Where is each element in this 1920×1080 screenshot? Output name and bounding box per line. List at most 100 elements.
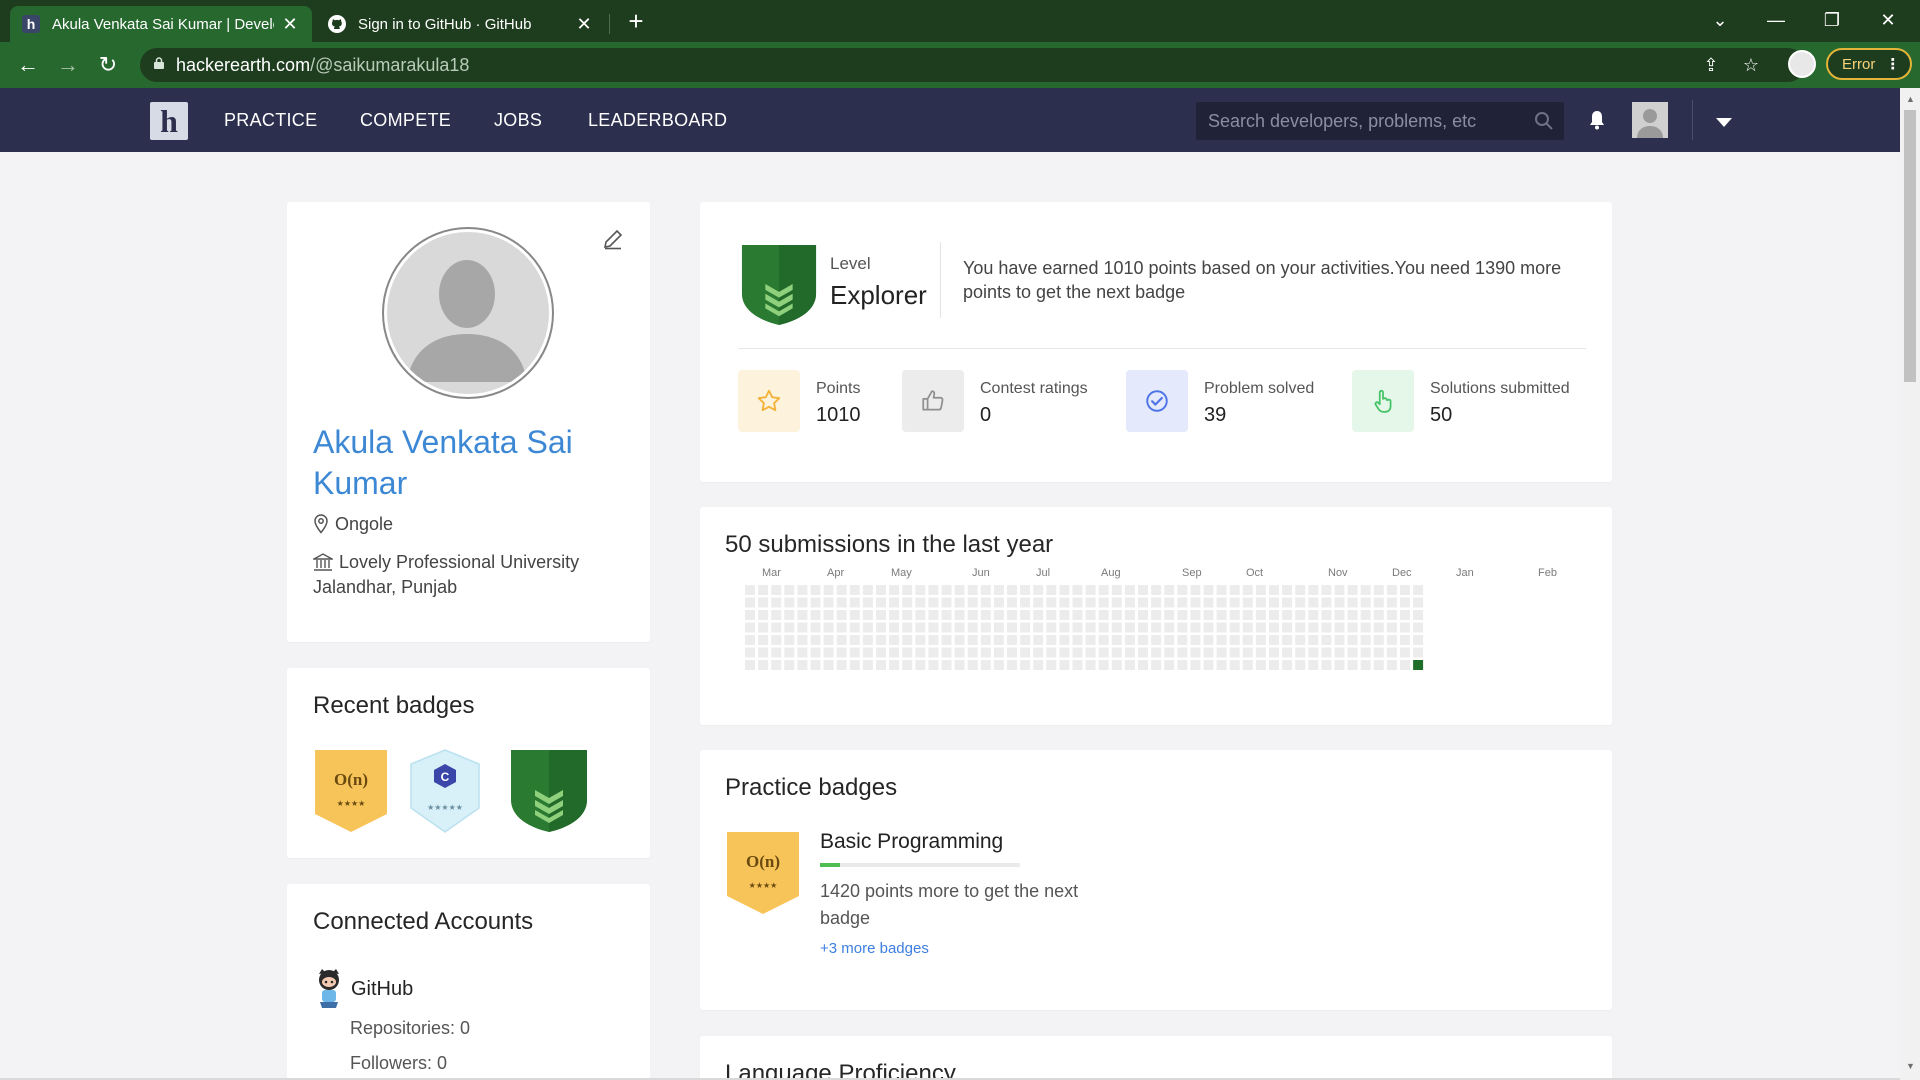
heatmap-cell[interactable]: [889, 635, 900, 645]
heatmap-cell[interactable]: [1164, 635, 1175, 645]
heatmap-cell[interactable]: [889, 610, 900, 620]
heatmap-cell[interactable]: [1242, 622, 1253, 633]
heatmap-cell[interactable]: [1269, 597, 1279, 608]
heatmap-cell[interactable]: [1007, 635, 1017, 645]
nav-compete[interactable]: COMPETE: [360, 110, 451, 131]
heatmap-cell[interactable]: [1269, 660, 1279, 670]
heatmap-cell[interactable]: [889, 647, 900, 658]
heatmap-cell[interactable]: [954, 635, 965, 645]
heatmap-cell[interactable]: [745, 660, 755, 670]
heatmap-cell[interactable]: [1124, 635, 1135, 645]
heatmap-cell[interactable]: [993, 647, 1004, 658]
heatmap-cell[interactable]: [1085, 610, 1096, 620]
heatmap-cell[interactable]: [941, 585, 952, 595]
heatmap-cell[interactable]: [876, 610, 886, 620]
heatmap-cell[interactable]: [1085, 597, 1096, 608]
reload-icon[interactable]: ↻: [92, 50, 124, 80]
heatmap-cell[interactable]: [1242, 635, 1253, 645]
heatmap-cell[interactable]: [1269, 635, 1279, 645]
heatmap-cell[interactable]: [954, 622, 965, 633]
heatmap-cell[interactable]: [980, 660, 991, 670]
heatmap-cell[interactable]: [954, 597, 965, 608]
heatmap-cell[interactable]: [836, 610, 847, 620]
heatmap-cell[interactable]: [1072, 635, 1083, 645]
heatmap-cell[interactable]: [980, 635, 991, 645]
heatmap-cell[interactable]: [941, 660, 952, 670]
heatmap-cell[interactable]: [849, 635, 860, 645]
heatmap-cell[interactable]: [836, 660, 847, 670]
heatmap-cell[interactable]: [1269, 622, 1279, 633]
heatmap-cell[interactable]: [902, 622, 913, 633]
basic-programming-badge-icon[interactable]: O(n) ★★★★: [725, 830, 801, 916]
heatmap-cell[interactable]: [1124, 585, 1135, 595]
heatmap-cell[interactable]: [1085, 622, 1096, 633]
heatmap-cell[interactable]: [1347, 635, 1358, 645]
search-input[interactable]: [1208, 110, 1528, 132]
heatmap-cell[interactable]: [1360, 622, 1371, 633]
heatmap-cell[interactable]: [1151, 585, 1162, 595]
heatmap-cell[interactable]: [1138, 610, 1148, 620]
heatmap-cell[interactable]: [784, 597, 795, 608]
heatmap-cell[interactable]: [902, 647, 913, 658]
heatmap-cell[interactable]: [1255, 660, 1266, 670]
heatmap-cell[interactable]: [1282, 610, 1293, 620]
heatmap-cell[interactable]: [1151, 635, 1162, 645]
nav-leaderboard[interactable]: LEADERBOARD: [588, 110, 727, 131]
heatmap-cell[interactable]: [1007, 660, 1017, 670]
heatmap-cell[interactable]: [1216, 597, 1227, 608]
heatmap-cell[interactable]: [1255, 635, 1266, 645]
heatmap-cell[interactable]: [1282, 635, 1293, 645]
heatmap-cell[interactable]: [797, 660, 808, 670]
heatmap-cell[interactable]: [771, 660, 782, 670]
heatmap-cell[interactable]: [1151, 660, 1162, 670]
heatmap-cell[interactable]: [758, 610, 769, 620]
heatmap-cell[interactable]: [745, 585, 755, 595]
heatmap-cell[interactable]: [889, 585, 900, 595]
heatmap-cell[interactable]: [1255, 622, 1266, 633]
heatmap-cell[interactable]: [1360, 660, 1371, 670]
heatmap-cell[interactable]: [810, 635, 821, 645]
heatmap-cell[interactable]: [758, 635, 769, 645]
heatmap-cell[interactable]: [876, 597, 886, 608]
scroll-down-arrow-icon[interactable]: ▼: [1906, 1061, 1915, 1071]
heatmap-cell[interactable]: [1216, 610, 1227, 620]
heatmap-cell[interactable]: [1347, 647, 1358, 658]
heatmap-cell[interactable]: [1138, 660, 1148, 670]
heatmap-cell[interactable]: [1020, 647, 1031, 658]
heatmap-cell[interactable]: [1242, 660, 1253, 670]
heatmap-cell[interactable]: [1190, 597, 1201, 608]
heatmap-cell[interactable]: [1334, 647, 1345, 658]
heatmap-cell[interactable]: [1190, 660, 1201, 670]
heatmap-cell[interactable]: [1282, 585, 1293, 595]
heatmap-cell[interactable]: [902, 635, 913, 645]
heatmap-cell[interactable]: [1308, 597, 1319, 608]
heatmap-cell[interactable]: [1124, 647, 1135, 658]
heatmap-cell[interactable]: [1386, 622, 1397, 633]
heatmap-cell[interactable]: [1413, 610, 1424, 620]
tab-search-chevron-icon[interactable]: ⌄: [1692, 0, 1748, 42]
heatmap-cell[interactable]: [771, 622, 782, 633]
heatmap-cell[interactable]: [1020, 622, 1031, 633]
nav-practice[interactable]: PRACTICE: [224, 110, 317, 131]
heatmap-cell[interactable]: [1098, 635, 1109, 645]
heatmap-cell[interactable]: [771, 585, 782, 595]
heatmap-cell[interactable]: [810, 647, 821, 658]
heatmap-cell[interactable]: [797, 597, 808, 608]
heatmap-cell[interactable]: [1138, 597, 1148, 608]
heatmap-cell[interactable]: [1203, 610, 1214, 620]
heatmap-cell[interactable]: [1334, 585, 1345, 595]
heatmap-cell[interactable]: [1229, 597, 1240, 608]
heatmap-cell[interactable]: [967, 610, 978, 620]
heatmap-cell[interactable]: [1007, 597, 1017, 608]
heatmap-cell[interactable]: [1190, 585, 1201, 595]
browser-tab-github[interactable]: Sign in to GitHub · GitHub ✕: [316, 6, 606, 42]
heatmap-cell[interactable]: [836, 585, 847, 595]
scroll-up-arrow-icon[interactable]: ▲: [1906, 94, 1915, 104]
heatmap-cell[interactable]: [1321, 597, 1332, 608]
heatmap-cell[interactable]: [1072, 647, 1083, 658]
heatmap-cell[interactable]: [1386, 660, 1397, 670]
close-tab-icon[interactable]: ✕: [574, 14, 594, 35]
heatmap-cell[interactable]: [745, 635, 755, 645]
heatmap-cell[interactable]: [1295, 647, 1306, 658]
heatmap-cell[interactable]: [1072, 622, 1083, 633]
